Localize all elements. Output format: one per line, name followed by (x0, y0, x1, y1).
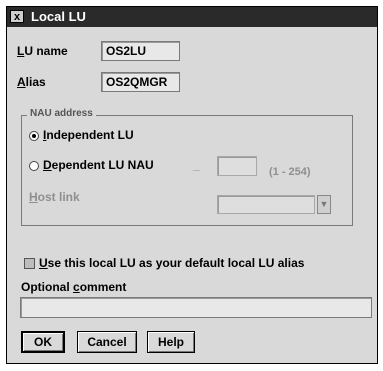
lu-name-label: LU name (17, 44, 68, 58)
nau-value-field[interactable] (217, 156, 257, 176)
default-alias-label[interactable]: Use this local LU as your default local … (39, 256, 304, 270)
chevron-down-icon[interactable]: ▼ (317, 195, 331, 214)
title-bar: x Local LU (7, 7, 377, 27)
dependent-lu-nau-radio[interactable] (29, 161, 39, 171)
ok-button[interactable]: OK (21, 331, 65, 353)
local-lu-dialog: x Local LU LU name OS2LU Alias OS2QMGR N… (6, 6, 378, 364)
host-link-dropdown[interactable] (217, 195, 315, 214)
window-title: Local LU (31, 9, 86, 24)
system-menu-icon[interactable]: x (10, 10, 24, 23)
nau-address-group-title: NAU address (27, 108, 96, 119)
nau-range-label: (1 - 254) (269, 166, 311, 178)
lu-name-field[interactable]: OS2LU (101, 41, 180, 61)
alias-label: Alias (17, 75, 46, 89)
host-link-label: Host link (29, 190, 80, 204)
independent-lu-label[interactable]: Independent LU (43, 128, 134, 142)
help-button[interactable]: Help (147, 331, 195, 353)
default-alias-checkbox[interactable] (24, 258, 35, 269)
nau-dash: _ (193, 158, 200, 172)
optional-comment-field[interactable] (20, 297, 372, 318)
alias-field[interactable]: OS2QMGR (101, 72, 180, 92)
independent-lu-radio[interactable] (29, 131, 39, 141)
dependent-lu-nau-label[interactable]: Dependent LU NAU (43, 158, 154, 172)
optional-comment-label: Optional comment (21, 280, 127, 294)
cancel-button[interactable]: Cancel (77, 331, 137, 353)
